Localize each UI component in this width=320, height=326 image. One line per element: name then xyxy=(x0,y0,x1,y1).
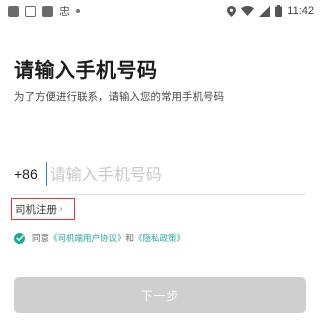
agreement-and: 和 xyxy=(125,234,135,244)
phone-divider xyxy=(14,194,306,195)
agreement-prefix: 同意 xyxy=(32,234,50,244)
status-bar: 忠 11:42 xyxy=(0,0,320,22)
page-title: 请输入手机号码 xyxy=(14,58,158,82)
checkmark-icon xyxy=(15,235,24,241)
next-button[interactable]: 下一步 xyxy=(14,277,306,313)
status-left: 忠 xyxy=(8,4,80,18)
agreement-checkbox[interactable] xyxy=(14,232,25,244)
app-glyph-icon: 忠 xyxy=(59,4,70,18)
phone-input[interactable] xyxy=(45,162,286,186)
agreement-row: 同意 《司机端用户协议》 和 《隐私政策》 xyxy=(14,231,185,245)
phone-row: +86 xyxy=(14,162,306,186)
page-subtitle: 为了方便进行联系，请输入您的常用手机号码 xyxy=(14,91,224,103)
chevron-right-icon: › xyxy=(59,203,63,215)
notification-icon xyxy=(8,5,19,17)
status-right: 11:42 xyxy=(227,5,314,17)
privacy-policy-link[interactable]: 《隐私政策》 xyxy=(134,232,185,244)
more-notifications-icon xyxy=(76,9,80,13)
screenshot-icon xyxy=(25,5,36,17)
user-agreement-link[interactable]: 《司机端用户协议》 xyxy=(49,232,126,244)
status-time: 11:42 xyxy=(287,5,314,17)
driver-register-link[interactable]: 司机注册 › xyxy=(11,198,75,220)
app-notification-icon xyxy=(42,5,53,17)
login-screen: 忠 11:42 请输入手机号码 为了方便进行联系，请输入您的常用手机号码 +86 xyxy=(0,0,320,326)
country-code[interactable]: +86 xyxy=(14,166,38,182)
location-icon xyxy=(227,5,237,17)
battery-icon xyxy=(275,5,283,17)
driver-register-label: 司机注册 xyxy=(15,203,57,216)
wifi-icon xyxy=(241,6,255,16)
signal-icon xyxy=(259,5,271,17)
